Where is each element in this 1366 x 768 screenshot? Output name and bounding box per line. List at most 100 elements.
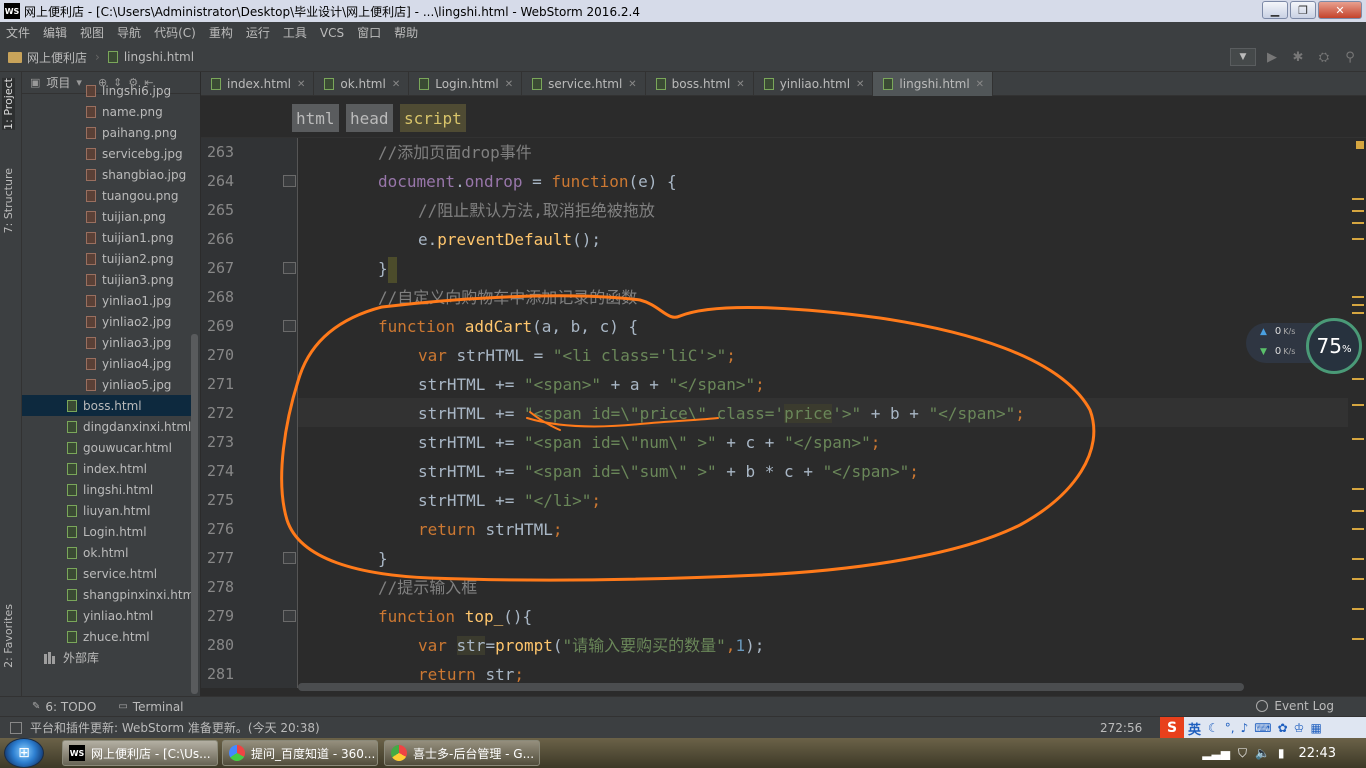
tree-item[interactable]: gouwucar.html: [22, 437, 191, 458]
run-config-dropdown[interactable]: ▼: [1230, 48, 1256, 66]
project-scrollbar[interactable]: [191, 334, 198, 694]
tree-item[interactable]: Login.html: [22, 521, 191, 542]
warning-marker[interactable]: [1352, 578, 1364, 580]
menu-help[interactable]: 帮助: [394, 24, 418, 41]
status-toggle-icon[interactable]: [10, 721, 22, 734]
warning-marker[interactable]: [1352, 510, 1364, 512]
sogou-ime-icon[interactable]: S: [1160, 717, 1184, 739]
network-signal-icon[interactable]: ▂▃▅: [1202, 746, 1230, 760]
warning-marker[interactable]: [1352, 222, 1364, 224]
tree-item[interactable]: yinliao1.jpg: [22, 290, 191, 311]
menu-window[interactable]: 窗口: [357, 24, 381, 41]
skin-icon[interactable]: ✿: [1278, 721, 1288, 735]
close-tab-icon[interactable]: ✕: [976, 79, 984, 90]
tree-item[interactable]: dingdanxinxi.html: [22, 416, 191, 437]
keyboard-icon[interactable]: ⌨: [1254, 721, 1271, 735]
fold-marker-icon[interactable]: [283, 320, 296, 332]
status-message[interactable]: 平台和插件更新: WebStorm 准备更新。(今天 20:38): [30, 719, 320, 736]
tree-item[interactable]: tuijian.png: [22, 206, 191, 227]
menu-refactor[interactable]: 重构: [209, 24, 233, 41]
tree-item[interactable]: yinliao5.jpg: [22, 374, 191, 395]
tree-item[interactable]: index.html: [22, 458, 191, 479]
tree-item[interactable]: yinliao4.jpg: [22, 353, 191, 374]
menu-tools[interactable]: 工具: [283, 24, 307, 41]
menu-view[interactable]: 视图: [80, 24, 104, 41]
warning-marker[interactable]: [1352, 528, 1364, 530]
battery-icon[interactable]: ▮: [1278, 746, 1285, 760]
tree-item[interactable]: ok.html: [22, 542, 191, 563]
tag-head[interactable]: head: [346, 104, 393, 132]
tab-boss-html[interactable]: boss.html ✕: [646, 72, 754, 96]
debug-icon[interactable]: ✱: [1288, 47, 1308, 67]
tab-index-html[interactable]: index.html ✕: [201, 72, 315, 96]
start-button[interactable]: ⊞: [4, 738, 44, 768]
taskbar-item-admin[interactable]: 喜士多-后台管理 - G...: [384, 740, 540, 766]
terminal-tool-button[interactable]: ▭ Terminal: [118, 700, 183, 714]
tree-item[interactable]: liuyan.html: [22, 500, 191, 521]
tab-structure-tool[interactable]: 7: Structure: [2, 168, 15, 233]
taskbar-item-baidu[interactable]: 提问_百度知道 - 360...: [222, 740, 378, 766]
tab-yinliao-html[interactable]: yinliao.html ✕: [754, 72, 874, 96]
tree-item[interactable]: yinliao2.jpg: [22, 311, 191, 332]
tree-item[interactable]: service.html: [22, 563, 191, 584]
menu-vcs[interactable]: VCS: [320, 26, 344, 40]
maximize-button[interactable]: ❐: [1290, 1, 1316, 19]
tab-lingshi-html[interactable]: lingshi.html ✕: [873, 72, 994, 96]
volume-icon[interactable]: 🔈: [1255, 746, 1270, 760]
breadcrumb-file[interactable]: lingshi.html: [107, 50, 194, 64]
tree-item[interactable]: name.png: [22, 101, 191, 122]
tab-login-html[interactable]: Login.html ✕: [409, 72, 523, 96]
todo-tool-button[interactable]: ✎ 6: TODO: [32, 700, 96, 714]
tree-item[interactable]: servicebg.jpg: [22, 143, 191, 164]
warning-marker[interactable]: [1352, 304, 1364, 306]
horizontal-scrollbar[interactable]: [298, 683, 1244, 691]
menu-edit[interactable]: 编辑: [43, 24, 67, 41]
close-tab-icon[interactable]: ✕: [505, 79, 513, 90]
close-tab-icon[interactable]: ✕: [856, 79, 864, 90]
toolbox-icon[interactable]: ▦: [1310, 721, 1321, 735]
close-button[interactable]: ✕: [1318, 1, 1362, 19]
close-tab-icon[interactable]: ✕: [736, 79, 744, 90]
punctuation-icon[interactable]: °,: [1225, 721, 1235, 735]
menu-run[interactable]: 运行: [246, 24, 270, 41]
fold-marker-icon[interactable]: [283, 262, 296, 274]
tag-html[interactable]: html: [292, 104, 339, 132]
warning-marker[interactable]: [1352, 312, 1364, 314]
security-shield-icon[interactable]: ⛉: [1238, 746, 1247, 761]
warning-marker[interactable]: [1352, 404, 1364, 406]
warning-marker[interactable]: [1352, 378, 1364, 380]
tree-item[interactable]: shangbiao.jpg: [22, 164, 191, 185]
tree-item[interactable]: tuangou.png: [22, 185, 191, 206]
shirt-icon[interactable]: ♔: [1294, 721, 1305, 735]
warning-marker[interactable]: [1352, 438, 1364, 440]
close-tab-icon[interactable]: ✕: [297, 79, 305, 90]
warning-marker[interactable]: [1352, 210, 1364, 212]
caret-position[interactable]: 272:56: [1100, 721, 1142, 735]
tree-item[interactable]: tuijian2.png: [22, 248, 191, 269]
tab-ok-html[interactable]: ok.html ✕: [314, 72, 410, 96]
tree-item[interactable]: lingshi.html: [22, 479, 191, 500]
fold-marker-icon[interactable]: [283, 610, 296, 622]
ime-mode[interactable]: 英: [1188, 719, 1201, 738]
tree-item[interactable]: yinliao3.jpg: [22, 332, 191, 353]
tree-item-selected[interactable]: boss.html: [22, 395, 191, 416]
moon-icon[interactable]: ☾: [1208, 721, 1219, 735]
tab-service-html[interactable]: service.html ✕: [522, 72, 646, 96]
warning-marker[interactable]: [1352, 198, 1364, 200]
search-everywhere-icon[interactable]: ⚲: [1340, 47, 1360, 67]
clock[interactable]: 22:43: [1299, 746, 1336, 761]
tree-item[interactable]: lingshi6.jpg: [22, 80, 191, 101]
microphone-icon[interactable]: ♪: [1241, 721, 1249, 735]
menu-code[interactable]: 代码(C): [154, 24, 196, 41]
network-speed-widget[interactable]: ▲ 0 K/s ▼ 0 K/s 75%: [1246, 318, 1366, 374]
inspection-status-icon[interactable]: [1356, 141, 1364, 149]
tree-item[interactable]: paihang.png: [22, 122, 191, 143]
minimize-button[interactable]: ▁: [1262, 1, 1288, 19]
warning-marker[interactable]: [1352, 558, 1364, 560]
tree-item[interactable]: tuijian1.png: [22, 227, 191, 248]
tree-item[interactable]: tuijian3.png: [22, 269, 191, 290]
tab-project-tool[interactable]: 1: Project: [2, 78, 15, 130]
breadcrumb-project[interactable]: 网上便利店: [8, 49, 87, 66]
tree-item[interactable]: zhuce.html: [22, 626, 191, 647]
tree-item-external-libs[interactable]: 外部库: [22, 647, 191, 668]
